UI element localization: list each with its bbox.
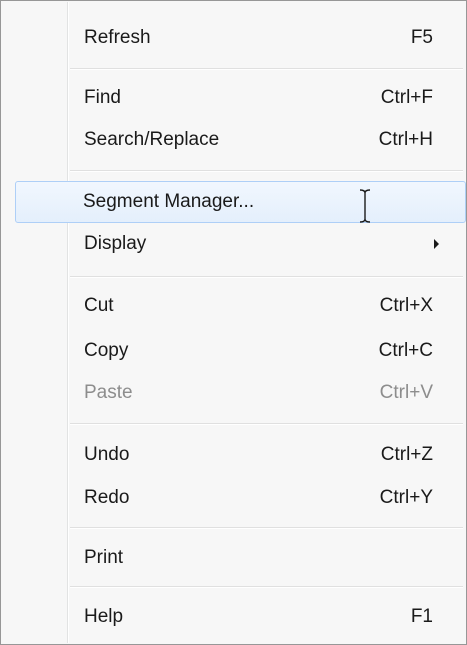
menu-item-label: Display — [84, 233, 147, 254]
menu-separator — [70, 276, 463, 278]
menu-item-shortcut: Ctrl+X — [379, 295, 433, 316]
menu-item-cut[interactable]: Cut Ctrl+X — [3, 285, 466, 327]
menu-separator — [70, 423, 463, 425]
menu-item-label: Segment Manager... — [83, 191, 255, 212]
menu-item-shortcut: Ctrl+V — [379, 382, 433, 403]
menu-item-paste: Paste Ctrl+V — [3, 372, 466, 414]
menu-item-find[interactable]: Find Ctrl+F — [3, 77, 466, 119]
menu-separator — [70, 170, 463, 172]
menu-item-label: Paste — [84, 382, 133, 403]
menu-separator — [70, 527, 463, 529]
menu-item-search-replace[interactable]: Search/Replace Ctrl+H — [3, 119, 466, 161]
chevron-right-icon — [434, 239, 439, 249]
menu-item-shortcut: F1 — [410, 606, 433, 627]
menu-item-redo[interactable]: Redo Ctrl+Y — [3, 477, 466, 519]
menu-item-label: Search/Replace — [84, 129, 220, 150]
menu-item-display[interactable]: Display — [3, 223, 466, 265]
menu-item-shortcut: Ctrl+H — [378, 129, 433, 150]
menu-item-label: Print — [84, 547, 124, 568]
text-cursor-icon — [359, 189, 371, 223]
menu-item-help[interactable]: Help F1 — [3, 596, 466, 638]
menu-item-segment-manager[interactable]: Segment Manager... — [15, 181, 466, 223]
menu-item-refresh[interactable]: Refresh F5 — [3, 17, 466, 59]
menu-item-shortcut: Ctrl+F — [380, 87, 433, 108]
menu-item-label: Refresh — [84, 27, 151, 48]
menu-item-label: Help — [84, 606, 124, 627]
menu-item-label: Cut — [84, 295, 114, 316]
menu-item-copy[interactable]: Copy Ctrl+C — [3, 330, 466, 372]
context-menu: Refresh F5 Find Ctrl+F Search/Replace Ct… — [0, 0, 467, 645]
menu-item-label: Redo — [84, 487, 130, 508]
menu-separator — [70, 586, 463, 588]
menu-item-undo[interactable]: Undo Ctrl+Z — [3, 434, 466, 476]
menu-item-label: Undo — [84, 444, 130, 465]
menu-item-shortcut: Ctrl+Z — [380, 444, 433, 465]
menu-item-print[interactable]: Print — [3, 537, 466, 579]
menu-item-shortcut: Ctrl+C — [378, 340, 433, 361]
menu-item-shortcut: F5 — [410, 27, 433, 48]
menu-separator — [70, 68, 463, 70]
menu-item-label: Copy — [84, 340, 129, 361]
menu-item-label: Find — [84, 87, 121, 108]
menu-item-shortcut: Ctrl+Y — [379, 487, 433, 508]
